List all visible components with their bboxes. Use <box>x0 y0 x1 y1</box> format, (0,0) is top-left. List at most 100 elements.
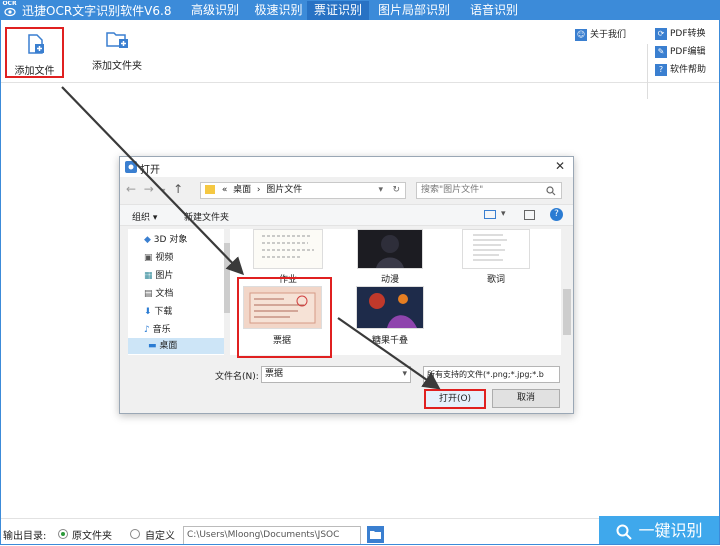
search-placeholder: 搜索"图片文件" <box>421 185 484 195</box>
open-button[interactable]: 打开(O) <box>424 389 486 409</box>
breadcrumb-separator: › <box>256 185 261 195</box>
output-directory-label: 输出目录: <box>3 531 47 542</box>
app-logo: OCR <box>1 0 18 20</box>
forward-icon[interactable]: → <box>144 182 154 196</box>
tab-partial-image-recognition[interactable]: 图片局部识别 <box>369 0 459 20</box>
file-list-scrollbar-thumb[interactable] <box>563 289 571 335</box>
document-icon: ▤ <box>144 289 153 299</box>
new-folder-button[interactable]: 新建文件夹 <box>184 210 229 223</box>
sidebar-item-3d-objects[interactable]: ◆ 3D 对象 <box>144 232 187 245</box>
file-name: 动漫 <box>380 275 399 285</box>
recognize-label: 一键识别 <box>638 521 703 540</box>
folder-icon <box>370 531 381 539</box>
radio-custom-folder[interactable] <box>130 529 140 539</box>
pdf-edit-label: PDF编辑 <box>670 47 706 57</box>
edit-icon: ✎ <box>655 45 667 58</box>
file-name: 糖果千叠 <box>371 336 408 346</box>
output-path-input[interactable]: C:\Users\Mloong\Documents\JSOC <box>183 526 361 545</box>
navigation-pane: ◆ 3D 对象 ▣ 视频 ▦ 图片 ▤ 文档 ⬇ 下载 ♪ 音乐 ▬ 桌面 <box>128 229 224 355</box>
tab-voice-recognition[interactable]: 语音识别 <box>459 0 529 20</box>
breadcrumb-pictures[interactable]: 图片文件 <box>266 185 302 195</box>
view-options-icon[interactable] <box>484 210 496 219</box>
breadcrumb-back[interactable]: « <box>222 185 228 195</box>
custom-folder-label: 自定义 <box>145 531 175 542</box>
handwriting-thumbnail <box>262 235 314 258</box>
add-file-icon <box>27 34 44 54</box>
convert-icon: ⟳ <box>655 27 667 40</box>
add-folder-button[interactable]: 添加文件夹 <box>86 28 148 72</box>
preview-pane-icon[interactable] <box>524 210 535 220</box>
sidebar-item-documents[interactable]: ▤ 文档 <box>144 286 173 299</box>
address-bar[interactable]: « 桌面 › 图片文件 ▾ ↻ <box>200 182 406 199</box>
about-us-button[interactable]: ☺ 关于我们 <box>575 28 626 42</box>
desktop-icon: ▬ <box>148 341 157 351</box>
file-list-scrollbar[interactable] <box>561 229 573 355</box>
sidebar-label: 视频 <box>155 253 174 263</box>
filename-label: 文件名(N): <box>215 372 259 382</box>
filename-value: 票据 <box>265 369 284 379</box>
dialog-title-bar: 打开 ✕ <box>120 157 573 177</box>
add-folder-label: 添加文件夹 <box>92 61 142 72</box>
user-icon: ☺ <box>575 28 587 41</box>
photo-thumbnail <box>369 293 417 328</box>
cancel-button[interactable]: 取消 <box>492 389 560 408</box>
filename-dropdown-icon[interactable]: ▾ <box>402 367 407 382</box>
download-icon: ⬇ <box>144 307 152 317</box>
search-icon <box>546 186 556 196</box>
thumbnail <box>253 229 323 269</box>
folder-icon <box>205 185 215 194</box>
selected-file-highlight <box>237 277 332 358</box>
about-us-label: 关于我们 <box>590 30 627 40</box>
anime-thumbnail <box>376 235 404 268</box>
sidebar-label: 桌面 <box>159 341 178 351</box>
tab-fast-recognition[interactable]: 极速识别 <box>250 0 307 20</box>
sidebar-label: 3D 对象 <box>153 235 188 245</box>
filetype-select[interactable]: 所有支持的文件(*.png;*.jpg;*.b <box>423 366 560 383</box>
add-folder-icon <box>106 32 128 48</box>
title-bar: OCR 迅捷OCR文字识别软件V6.8 高级识别 极速识别 票证识别 图片局部识… <box>0 0 720 20</box>
up-folder-icon[interactable]: ↑ <box>173 182 183 196</box>
sidebar-label: 文档 <box>155 289 174 299</box>
document-thumbnail <box>473 234 507 261</box>
add-file-button[interactable]: 添加文件 <box>5 27 64 78</box>
back-icon[interactable]: ← <box>126 182 136 196</box>
pdf-edit-button[interactable]: ✎ PDF编辑 <box>655 45 706 59</box>
sidebar-item-desktop[interactable]: ▬ 桌面 <box>128 338 224 354</box>
video-icon: ▣ <box>144 253 153 263</box>
dialog-close-icon[interactable]: ✕ <box>555 159 565 173</box>
app-logo-text: OCR <box>2 0 17 7</box>
help-icon: ? <box>655 63 667 76</box>
browse-folder-button[interactable] <box>367 526 384 543</box>
refresh-icon[interactable]: ↻ <box>392 183 400 198</box>
dialog-title: 打开 <box>140 165 160 176</box>
dialog-help-icon[interactable]: ? <box>550 208 563 221</box>
filename-input[interactable]: 票据 ▾ <box>261 366 411 383</box>
history-dropdown-icon[interactable]: ▾ <box>161 186 165 195</box>
organize-button[interactable]: 组织 ▾ <box>132 210 157 223</box>
help-label: 软件帮助 <box>670 65 707 75</box>
sidebar-item-videos[interactable]: ▣ 视频 <box>144 250 173 263</box>
address-dropdown-icon[interactable]: ▾ <box>378 183 383 198</box>
thumbnail <box>356 286 424 329</box>
open-file-dialog: 打开 ✕ ← → ▾ ↑ « 桌面 › 图片文件 ▾ ↻ 搜索"图片文件" 组织… <box>119 156 574 414</box>
music-icon: ♪ <box>144 325 150 335</box>
sidebar-label: 下载 <box>154 307 173 317</box>
sidebar-label: 音乐 <box>152 325 171 335</box>
sidebar-item-music[interactable]: ♪ 音乐 <box>144 322 171 335</box>
recognize-button[interactable]: 一键识别 <box>599 516 720 545</box>
help-button[interactable]: ? 软件帮助 <box>655 63 706 77</box>
sidebar-item-downloads[interactable]: ⬇ 下载 <box>144 304 172 317</box>
tab-ticket-recognition[interactable]: 票证识别 <box>307 0 369 20</box>
radio-source-folder[interactable] <box>58 529 68 539</box>
search-input[interactable]: 搜索"图片文件" <box>416 182 562 199</box>
sidebar-item-pictures[interactable]: ▦ 图片 <box>144 268 173 281</box>
filetype-value: 所有支持的文件(*.png;*.jpg;*.b <box>427 370 544 379</box>
pdf-convert-button[interactable]: ⟳ PDF转换 <box>655 27 706 41</box>
view-dropdown-icon[interactable]: ▾ <box>501 209 506 219</box>
tab-advanced-recognition[interactable]: 高级识别 <box>180 0 250 20</box>
breadcrumb-desktop[interactable]: 桌面 <box>233 185 251 195</box>
dialog-app-icon <box>125 161 137 173</box>
file-name: 歌词 <box>486 275 505 285</box>
source-folder-label: 原文件夹 <box>72 531 112 542</box>
app-title: 迅捷OCR文字识别软件V6.8 <box>22 4 172 18</box>
